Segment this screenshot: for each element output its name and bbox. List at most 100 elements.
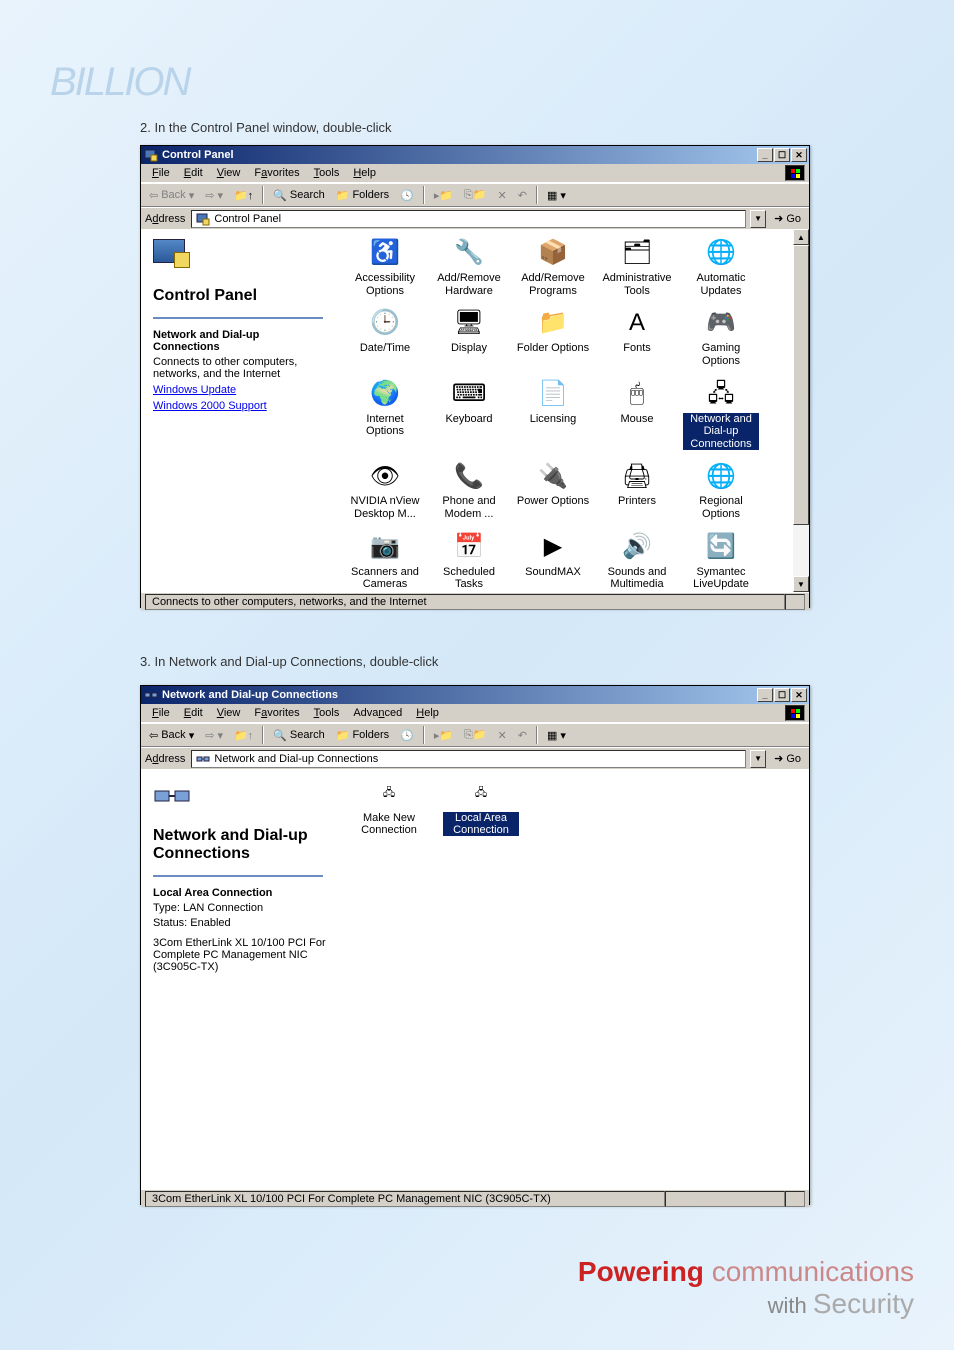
item-icon: 🖧 [705, 378, 737, 410]
item-add-remove-programs[interactable]: 📦Add/Remove Programs [515, 237, 591, 297]
copyto-button[interactable]: ⎘📁 [460, 187, 491, 203]
item-phone-and-modem[interactable]: 📞Phone and Modem ... [431, 460, 507, 520]
address-field[interactable]: Control Panel [191, 210, 746, 228]
item-regional-options[interactable]: 🌐Regional Options [683, 460, 759, 520]
address-field[interactable]: Network and Dial-up Connections [191, 750, 746, 768]
item-label: Administrative Tools [599, 272, 675, 297]
scroll-track[interactable] [793, 525, 809, 576]
vertical-scrollbar[interactable]: ▲ ▼ [793, 229, 809, 592]
item-fonts[interactable]: AFonts [599, 307, 675, 367]
forward-button[interactable]: ⇨ ▾ [201, 188, 227, 203]
copyto-button[interactable]: ⎘📁 [460, 727, 491, 743]
item-keyboard[interactable]: ⌨Keyboard [431, 378, 507, 451]
item-network-and-dial-up-connections[interactable]: 🖧Network and Dial-up Connections [683, 378, 759, 451]
item-local-area-connection[interactable]: 🖧Local Area Connection [443, 777, 519, 836]
delete-button[interactable]: ✕ [494, 728, 511, 743]
search-button[interactable]: 🔍 Search [269, 728, 329, 743]
minimize-button[interactable]: _ [757, 688, 773, 702]
forward-button[interactable]: ⇨ ▾ [201, 728, 227, 743]
item-label: Network and Dial-up Connections [683, 413, 759, 451]
item-nvidia-nview-desktop-m[interactable]: 👁NVIDIA nView Desktop M... [347, 460, 423, 520]
menu-favorites[interactable]: Favorites [247, 705, 306, 721]
moveto-button[interactable]: ▸📁 [430, 728, 457, 743]
item-icon: 🖧 [465, 777, 497, 809]
scroll-up-button[interactable]: ▲ [793, 229, 809, 245]
item-scheduled-tasks[interactable]: 📅Scheduled Tasks [431, 531, 507, 591]
windows-2000-support-link[interactable]: Windows 2000 Support [153, 400, 327, 412]
delete-button[interactable]: ✕ [494, 188, 511, 203]
maximize-button[interactable]: ☐ [774, 148, 790, 162]
item-automatic-updates[interactable]: 🌐Automatic Updates [683, 237, 759, 297]
item-display[interactable]: 🖥Display [431, 307, 507, 367]
back-button[interactable]: ⇦ Back ▾ [145, 728, 198, 743]
moveto-button[interactable]: ▸📁 [430, 188, 457, 203]
menu-favorites[interactable]: Favorites [247, 165, 306, 181]
titlebar[interactable]: Control Panel _ ☐ ✕ [141, 146, 809, 164]
close-button[interactable]: ✕ [791, 148, 807, 162]
menu-tools[interactable]: Tools [307, 165, 347, 181]
item-make-new-connection[interactable]: 🖧Make New Connection [351, 777, 427, 836]
search-button[interactable]: 🔍 Search [269, 188, 329, 203]
item-power-options[interactable]: 🔌Power Options [515, 460, 591, 520]
item-date-time[interactable]: 🕒Date/Time [347, 307, 423, 367]
item-scanners-and-cameras[interactable]: 📷Scanners and Cameras [347, 531, 423, 591]
instruction-step-2: 2. In the Control Panel window, double-c… [140, 120, 391, 135]
menu-file[interactable]: File [145, 705, 177, 721]
windows-logo-icon[interactable] [785, 165, 805, 181]
address-dropdown-button[interactable]: ▼ [750, 210, 766, 228]
item-label: Gaming Options [683, 342, 759, 367]
history-button[interactable]: 🕓 [396, 728, 418, 743]
toolbar-separator [262, 186, 264, 204]
folders-button[interactable]: 📁 Folders [332, 728, 393, 743]
item-icon: ⌨ [453, 378, 485, 410]
icon-view[interactable]: ♿Accessibility Options🔧Add/Remove Hardwa… [339, 229, 793, 592]
scroll-down-button[interactable]: ▼ [793, 576, 809, 592]
item-folder-options[interactable]: 📁Folder Options [515, 307, 591, 367]
connection-type: Type: LAN Connection [153, 902, 327, 914]
up-button[interactable]: 📁↑ [230, 188, 257, 203]
item-add-remove-hardware[interactable]: 🔧Add/Remove Hardware [431, 237, 507, 297]
item-soundmax[interactable]: ▶SoundMAX [515, 531, 591, 591]
menu-file[interactable]: File [145, 165, 177, 181]
windows-logo-icon[interactable] [785, 705, 805, 721]
history-button[interactable]: 🕓 [396, 188, 418, 203]
item-accessibility-options[interactable]: ♿Accessibility Options [347, 237, 423, 297]
item-symantec-liveupdate[interactable]: 🔄Symantec LiveUpdate [683, 531, 759, 591]
menu-view[interactable]: View [210, 705, 248, 721]
item-mouse[interactable]: 🖱Mouse [599, 378, 675, 451]
menu-edit[interactable]: Edit [177, 165, 210, 181]
item-licensing[interactable]: 📄Licensing [515, 378, 591, 451]
item-sounds-and-multimedia[interactable]: 🔊Sounds and Multimedia [599, 531, 675, 591]
undo-button[interactable]: ↶ [514, 728, 531, 743]
item-gaming-options[interactable]: 🎮Gaming Options [683, 307, 759, 367]
views-button[interactable]: ▦▾ [543, 188, 570, 203]
menu-tools[interactable]: Tools [307, 705, 347, 721]
address-dropdown-button[interactable]: ▼ [750, 750, 766, 768]
item-printers[interactable]: 🖨Printers [599, 460, 675, 520]
menu-edit[interactable]: Edit [177, 705, 210, 721]
views-button[interactable]: ▦▾ [543, 728, 570, 743]
menu-help[interactable]: Help [409, 705, 446, 721]
windows-update-link[interactable]: Windows Update [153, 384, 327, 396]
scroll-thumb[interactable] [793, 245, 809, 525]
menu-view[interactable]: View [210, 165, 248, 181]
close-button[interactable]: ✕ [791, 688, 807, 702]
folders-button[interactable]: 📁 Folders [332, 188, 393, 203]
address-text: Network and Dial-up Connections [214, 753, 378, 765]
go-button[interactable]: ➜Go [770, 752, 805, 765]
maximize-button[interactable]: ☐ [774, 688, 790, 702]
toolbar-separator [536, 186, 538, 204]
titlebar[interactable]: Network and Dial-up Connections _ ☐ ✕ [141, 686, 809, 704]
undo-button[interactable]: ↶ [514, 188, 531, 203]
menu-help[interactable]: Help [346, 165, 383, 181]
item-administrative-tools[interactable]: 🗂Administrative Tools [599, 237, 675, 297]
item-icon: ♿ [369, 237, 401, 269]
menu-advanced[interactable]: Advanced [346, 705, 409, 721]
go-button[interactable]: ➜Go [770, 212, 805, 225]
back-button[interactable]: ⇦ Back ▾ [145, 188, 198, 203]
item-internet-options[interactable]: 🌍Internet Options [347, 378, 423, 451]
icon-view[interactable]: 🖧Make New Connection 🖧Local Area Connecti… [339, 769, 809, 1189]
up-button[interactable]: 📁↑ [230, 728, 257, 743]
minimize-button[interactable]: _ [757, 148, 773, 162]
item-label: Automatic Updates [683, 272, 759, 297]
